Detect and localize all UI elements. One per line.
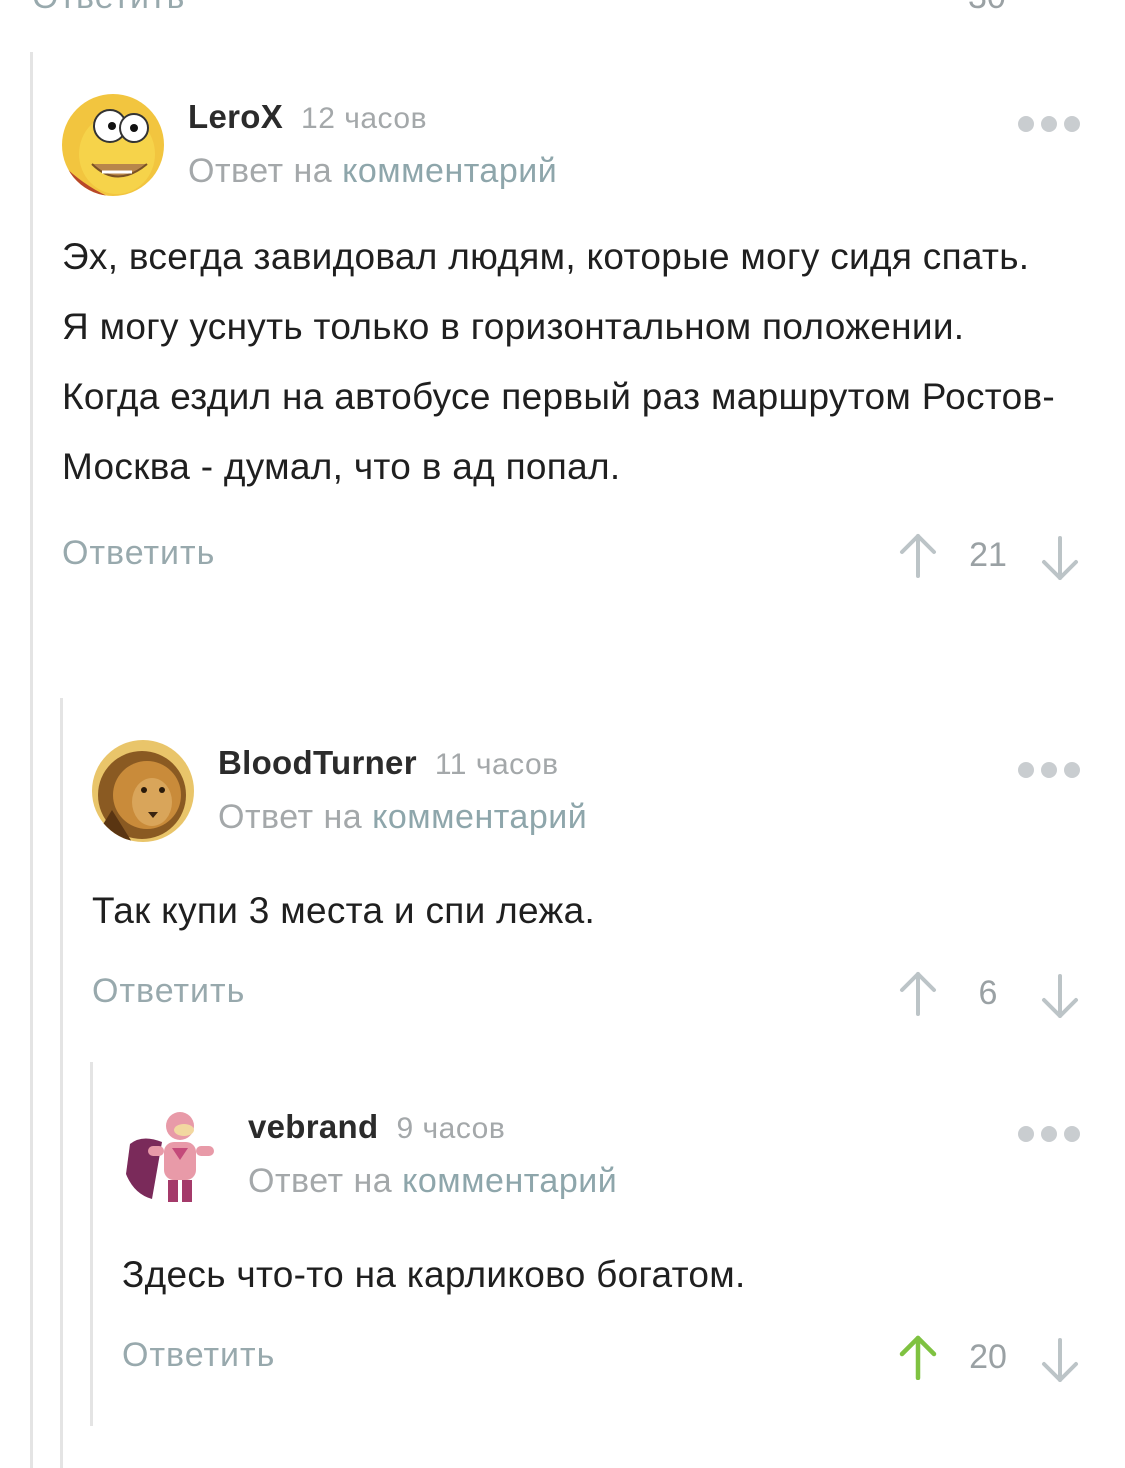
reply-to-line: Ответ на комментарий	[218, 798, 587, 837]
vote-controls: 6	[898, 966, 1080, 1026]
comment-actions: Ответить 20	[122, 1330, 1080, 1390]
reply-to-link[interactable]: комментарий	[372, 798, 587, 836]
previous-score: 30	[968, 0, 1006, 17]
homer-avatar-icon[interactable]	[62, 94, 164, 196]
comment-actions: Ответить 6	[92, 966, 1080, 1026]
downvote-arrow-icon[interactable]	[1040, 1338, 1080, 1384]
vote-score: 6	[978, 974, 998, 1012]
reply-to-link[interactable]: комментарий	[342, 152, 557, 190]
vote-controls: 20	[898, 1330, 1080, 1390]
downvote-arrow-icon[interactable]	[1040, 536, 1080, 582]
lion-avatar-icon[interactable]	[92, 740, 194, 842]
comment-header: vebrand 9 часов Ответ на комментарий	[122, 1104, 1080, 1214]
reply-button[interactable]: Ответить	[122, 1336, 275, 1375]
more-options-icon[interactable]	[1018, 116, 1080, 132]
reply-to-prefix: Ответ на	[248, 1162, 393, 1200]
vote-controls: 21	[898, 528, 1080, 588]
upvote-arrow-icon[interactable]	[898, 532, 938, 578]
previous-comment-actions: Ответить 30	[0, 0, 1125, 18]
reply-button[interactable]: Ответить	[92, 972, 245, 1011]
reply-button[interactable]: Ответить	[62, 534, 215, 573]
timestamp: 9 часов	[396, 1112, 506, 1145]
comment-text: Так купи 3 места и спи лежа.	[92, 890, 596, 931]
username[interactable]: LeroX	[188, 98, 283, 136]
thread-line-level-2	[60, 698, 63, 1468]
comment-text: Здесь что-то на карликово богатом.	[122, 1254, 746, 1295]
comment-vebrand: vebrand 9 часов Ответ на комментарий Зде…	[122, 1104, 1080, 1390]
comment-meta: LeroX 12 часов Ответ на комментарий	[188, 98, 557, 191]
timestamp: 11 часов	[434, 748, 559, 781]
username[interactable]: vebrand	[248, 1108, 378, 1146]
reply-to-prefix: Ответ на	[218, 798, 363, 836]
more-options-icon[interactable]	[1018, 1126, 1080, 1142]
thread-line-level-1	[30, 52, 33, 1468]
comment-text: Эх, всегда завидовал людям, которые могу…	[62, 236, 1056, 487]
reply-to-prefix: Ответ на	[188, 152, 333, 190]
timestamp: 12 часов	[301, 102, 428, 135]
comment-header: LeroX 12 часов Ответ на комментарий	[62, 94, 1080, 204]
previous-reply-button[interactable]: Ответить	[32, 0, 185, 17]
upvote-arrow-icon[interactable]	[898, 1334, 938, 1380]
reply-to-line: Ответ на комментарий	[248, 1162, 617, 1201]
reply-to-line: Ответ на комментарий	[188, 152, 557, 191]
vote-score: 20	[969, 1338, 1007, 1376]
username[interactable]: BloodTurner	[218, 744, 417, 782]
comment-meta: BloodTurner 11 часов Ответ на комментари…	[218, 744, 587, 837]
comment-meta: vebrand 9 часов Ответ на комментарий	[248, 1108, 617, 1201]
thread-line-level-3	[90, 1062, 93, 1426]
reply-to-link[interactable]: комментарий	[402, 1162, 617, 1200]
vote-score: 21	[969, 536, 1007, 574]
more-options-icon[interactable]	[1018, 762, 1080, 778]
comment-lerox: LeroX 12 часов Ответ на комментарий Эх, …	[62, 94, 1080, 588]
comment-header: BloodTurner 11 часов Ответ на комментари…	[92, 740, 1080, 850]
upvote-arrow-icon[interactable]	[898, 970, 938, 1016]
comment-actions: Ответить 21	[62, 528, 1080, 588]
pink-hero-avatar-icon[interactable]	[122, 1104, 224, 1206]
comment-bloodturner: BloodTurner 11 часов Ответ на комментари…	[92, 740, 1080, 1026]
downvote-arrow-icon[interactable]	[1040, 974, 1080, 1020]
